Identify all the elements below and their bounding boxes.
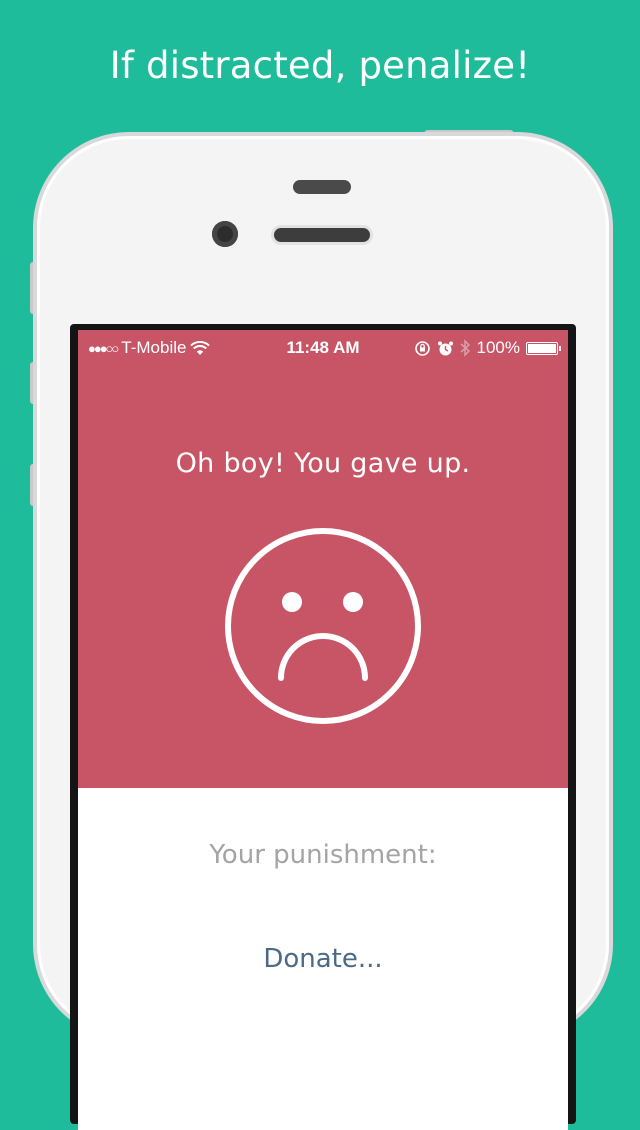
battery-icon	[526, 341, 561, 355]
result-panel: ●●●○○ T-Mobile 11:48 AM 100% Oh boy! You…	[78, 330, 568, 788]
bluetooth-icon	[460, 339, 470, 357]
punishment-panel: Your punishment: Donate...	[78, 788, 568, 1130]
proximity-sensor	[293, 180, 351, 194]
headline: If distracted, penalize!	[109, 44, 531, 87]
alarm-icon	[437, 341, 453, 355]
orientation-lock-icon	[414, 340, 430, 356]
battery-fill	[528, 343, 556, 353]
volume-up-button	[30, 362, 36, 404]
battery-percent: 100%	[476, 338, 520, 357]
front-camera-icon	[212, 221, 238, 247]
gave-up-message: Oh boy! You gave up.	[175, 448, 471, 479]
phone-screen: ●●●○○ T-Mobile 11:48 AM 100% Oh boy! You…	[70, 324, 576, 1130]
status-bar: ●●●○○ T-Mobile 11:48 AM 100%	[78, 330, 568, 366]
status-right: 100%	[414, 338, 561, 358]
volume-down-button	[30, 464, 36, 506]
mute-switch	[30, 262, 36, 314]
app-display: ●●●○○ T-Mobile 11:48 AM 100% Oh boy! You…	[78, 330, 568, 1130]
phone-frame: ●●●○○ T-Mobile 11:48 AM 100% Oh boy! You…	[37, 136, 609, 1130]
punishment-label: Your punishment:	[209, 840, 437, 870]
punishment-text: Donate...	[263, 944, 383, 974]
sad-face-icon	[225, 528, 421, 724]
earpiece-speaker	[274, 228, 370, 242]
